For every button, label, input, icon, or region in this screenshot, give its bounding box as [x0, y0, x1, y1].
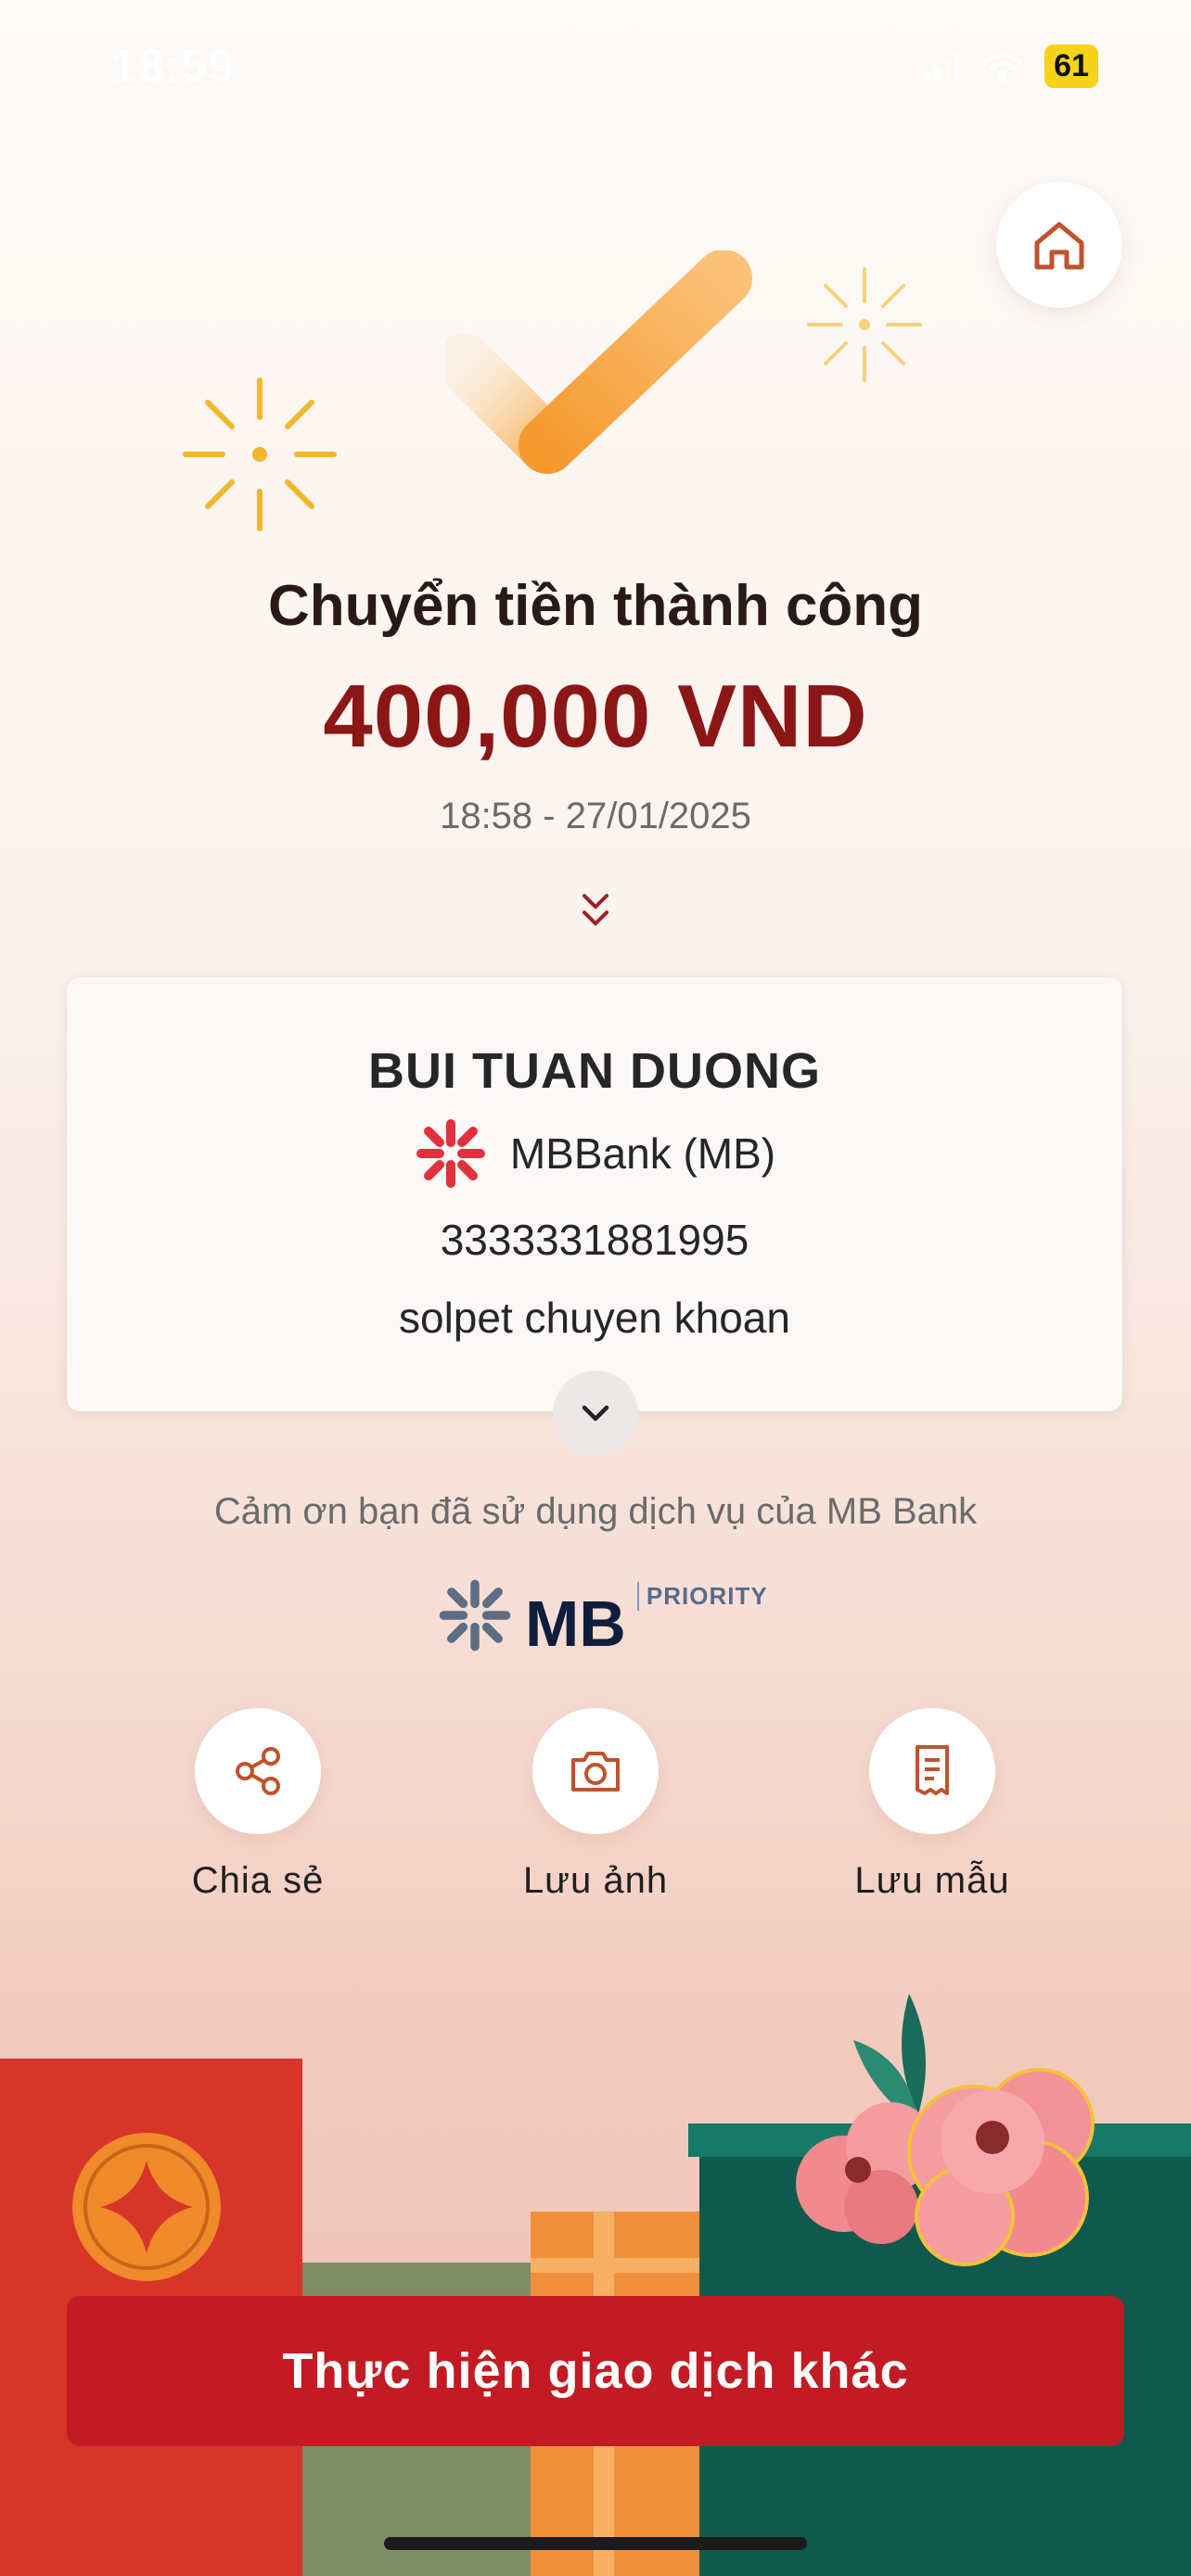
- transfer-memo: solpet chuyen khoan: [399, 1294, 790, 1342]
- mb-logo-text: MB: [525, 1588, 626, 1660]
- save-image-label: Lưu ảnh: [522, 1860, 669, 1901]
- camera-icon: [571, 1752, 620, 1792]
- battery-indicator: 61: [1044, 45, 1098, 88]
- bank-row: MBBank (MB): [67, 1116, 1122, 1191]
- share-action[interactable]: Chia sẻ: [142, 1708, 374, 1902]
- expand-details-button[interactable]: [553, 1371, 638, 1456]
- firework-right-icon: [807, 267, 922, 382]
- save-image-button[interactable]: [532, 1708, 659, 1834]
- firework-left-icon: [183, 377, 337, 531]
- wifi-icon: [982, 52, 1023, 82]
- thanks-message: Cảm ơn bạn đã sử dụng dịch vụ của MB Ban…: [213, 1491, 978, 1532]
- status-time: 18:59: [111, 40, 235, 92]
- bank-name: MBBank (MB): [509, 1129, 776, 1178]
- new-transaction-button[interactable]: Thực hiện giao dịch khác: [67, 2296, 1124, 2446]
- transfer-amount: 400,000 VND: [323, 667, 868, 766]
- result-title: Chuyển tiền thành công: [267, 574, 924, 638]
- save-template-button[interactable]: [869, 1708, 995, 1834]
- save-template-label: Lưu mẫu: [854, 1860, 1010, 1901]
- recipient-name: BUI TUAN DUONG: [368, 1043, 821, 1099]
- home-icon: [1034, 222, 1084, 270]
- home-button[interactable]: [996, 182, 1122, 308]
- share-label: Chia sẻ: [191, 1860, 325, 1901]
- tet-decoration: [0, 1994, 1191, 2576]
- home-indicator[interactable]: [384, 2537, 807, 2550]
- share-button[interactable]: [195, 1708, 321, 1834]
- mbbank-logo-icon: [416, 1119, 485, 1188]
- signal-icon: [924, 52, 962, 81]
- chevron-down-icon: [582, 1405, 609, 1422]
- receipt-icon: [916, 1745, 949, 1795]
- save-template-action[interactable]: Lưu mẫu: [816, 1708, 1048, 1902]
- recipient-card: BUI TUAN DUONG MBBank (MB) 3333331881995…: [67, 977, 1122, 1411]
- save-image-action[interactable]: Lưu ảnh: [480, 1708, 711, 1902]
- mb-star-icon: [439, 1579, 511, 1651]
- chevron-double-down-icon: [583, 894, 608, 925]
- status-icons: 61: [924, 45, 1098, 88]
- account-number: 3333331881995: [440, 1216, 749, 1264]
- share-icon: [236, 1747, 280, 1795]
- transfer-datetime: 18:58 - 27/01/2025: [440, 796, 751, 836]
- mb-priority-logo: MB PRIORITY: [436, 1576, 768, 1656]
- mb-logo-priority: PRIORITY: [636, 1582, 768, 1611]
- checkmark-icon: [445, 250, 752, 474]
